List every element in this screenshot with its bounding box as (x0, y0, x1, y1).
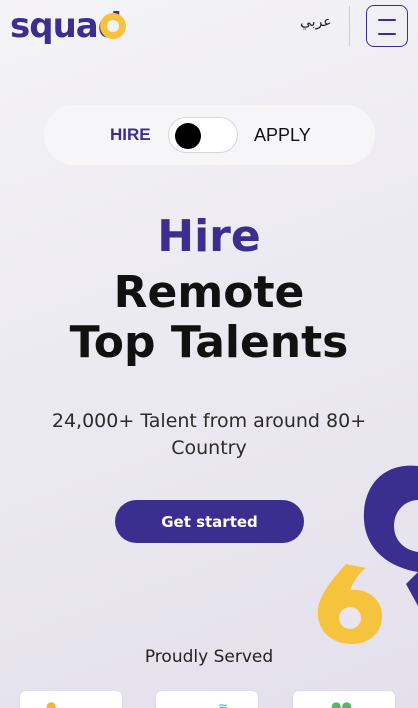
client-logo-icon: ≈ (218, 699, 229, 708)
hire-option[interactable]: HIRE (110, 125, 151, 145)
hero-title-top-talents: Top Talents (69, 317, 349, 368)
hire-apply-toggle-container: HIRE APPLY (44, 105, 375, 165)
switch-knob (175, 123, 201, 149)
hamburger-menu-icon (378, 19, 396, 21)
apply-option[interactable]: APPLY (254, 125, 311, 146)
get-started-button[interactable]: Get started (115, 500, 304, 543)
landing-page: squad عربي HIRE APPLY Hire Remote Top Ta… (0, 0, 418, 708)
header-divider (349, 6, 350, 46)
client-logo-icon: ● (46, 699, 57, 708)
client-logo-card: ● (20, 691, 122, 708)
hamburger-menu-icon-bar (378, 33, 396, 35)
client-logo-card: ≈ (156, 691, 258, 708)
hero-title-hire: Hire (157, 211, 261, 262)
hire-apply-switch[interactable] (168, 117, 238, 153)
yellow-drop-hole (339, 607, 361, 629)
yellow-drop-shape (317, 564, 382, 644)
decorative-shapes (317, 465, 418, 644)
client-logo-card: ●● (293, 691, 395, 708)
purple-tail-shape (406, 572, 418, 606)
proudly-served-heading: Proudly Served (144, 647, 274, 667)
hero-title-remote: Remote (113, 267, 305, 318)
language-switch[interactable]: عربي (300, 14, 332, 30)
hero-subtitle: 24,000+ Talent from around 80+ Country (51, 410, 367, 459)
menu-button[interactable] (366, 5, 408, 47)
header: squad عربي (0, 0, 418, 52)
squadio-logo[interactable]: squad (10, 4, 128, 48)
client-logo-icon: ●● (331, 699, 352, 708)
purple-hook-shape (363, 465, 418, 572)
logo-circle-icon (100, 13, 126, 39)
